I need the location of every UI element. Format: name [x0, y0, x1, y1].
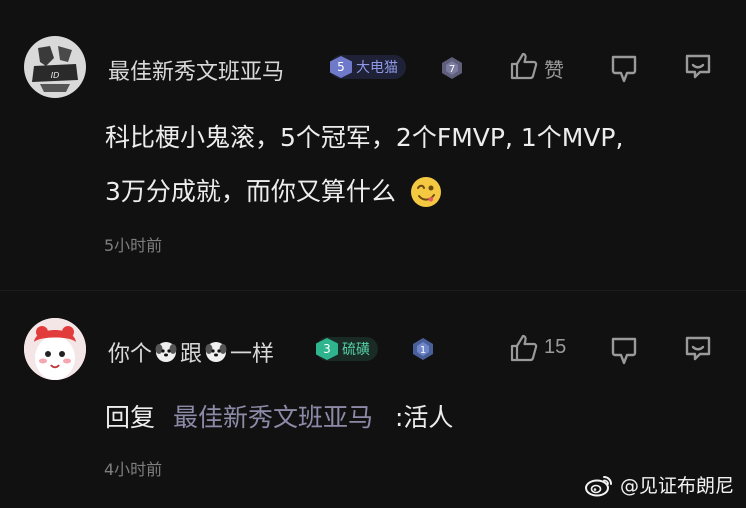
like-count[interactable]: 15 [544, 336, 566, 359]
fan-level-badge[interactable]: 5 大电猫 [330, 55, 406, 79]
dislike-icon[interactable] [608, 52, 640, 84]
reply-text: 回复 最佳新秀文班亚马 :活人 [105, 392, 453, 444]
reply-content: :活人 [394, 403, 454, 432]
dog-emoji-icon [154, 340, 178, 364]
badge-level-number: 5 [330, 56, 352, 78]
comment-text-line-1: 科比梗小鬼滚，5个冠军，2个FMVP, 1个MVP, [105, 123, 624, 152]
username[interactable]: 最佳新秀文班亚马 [108, 54, 284, 86]
like-label[interactable]: 赞 [544, 54, 564, 83]
reply-icon[interactable] [682, 50, 714, 82]
smiling-tongue-emoji-icon [410, 176, 442, 208]
username-part: 一样 [230, 342, 275, 367]
username-part: 跟 [180, 342, 203, 367]
reply-icon[interactable] [682, 332, 714, 364]
rank-badge-icon: 1 [410, 336, 436, 362]
rank-badge-icon: 7 [439, 55, 465, 81]
svg-text:1: 1 [420, 345, 426, 356]
dog-emoji-icon [204, 340, 228, 364]
watermark: @见证布朗尼 [584, 471, 734, 498]
badge-level-number: 3 [316, 338, 338, 360]
avatar[interactable]: ID [24, 36, 86, 98]
svg-text:7: 7 [449, 64, 455, 75]
username-part: 你个 [108, 342, 153, 367]
svg-text:ID: ID [51, 71, 60, 80]
fan-level-badge[interactable]: 3 硫磺 [316, 337, 378, 361]
weibo-logo-icon [584, 473, 614, 497]
timestamp: 5小时前 [104, 236, 163, 255]
comment-text-line-2: 3万分成就，而你又算什么 [105, 166, 442, 218]
username[interactable]: 你个 跟 一样 [108, 336, 274, 368]
timestamp: 4小时前 [104, 460, 163, 479]
like-icon[interactable] [508, 50, 540, 82]
dislike-icon[interactable] [608, 334, 640, 366]
badge-label: 硫磺 [342, 342, 370, 358]
like-icon[interactable] [508, 332, 540, 364]
badge-label: 大电猫 [356, 60, 398, 76]
divider [0, 290, 746, 291]
watermark-text: @见证布朗尼 [619, 475, 734, 497]
avatar[interactable] [24, 318, 86, 380]
reply-target-link[interactable]: 最佳新秀文班亚马 [173, 403, 373, 432]
reply-prefix: 回复 [105, 403, 156, 432]
comment-text: 3万分成就，而你又算什么 [105, 177, 396, 206]
